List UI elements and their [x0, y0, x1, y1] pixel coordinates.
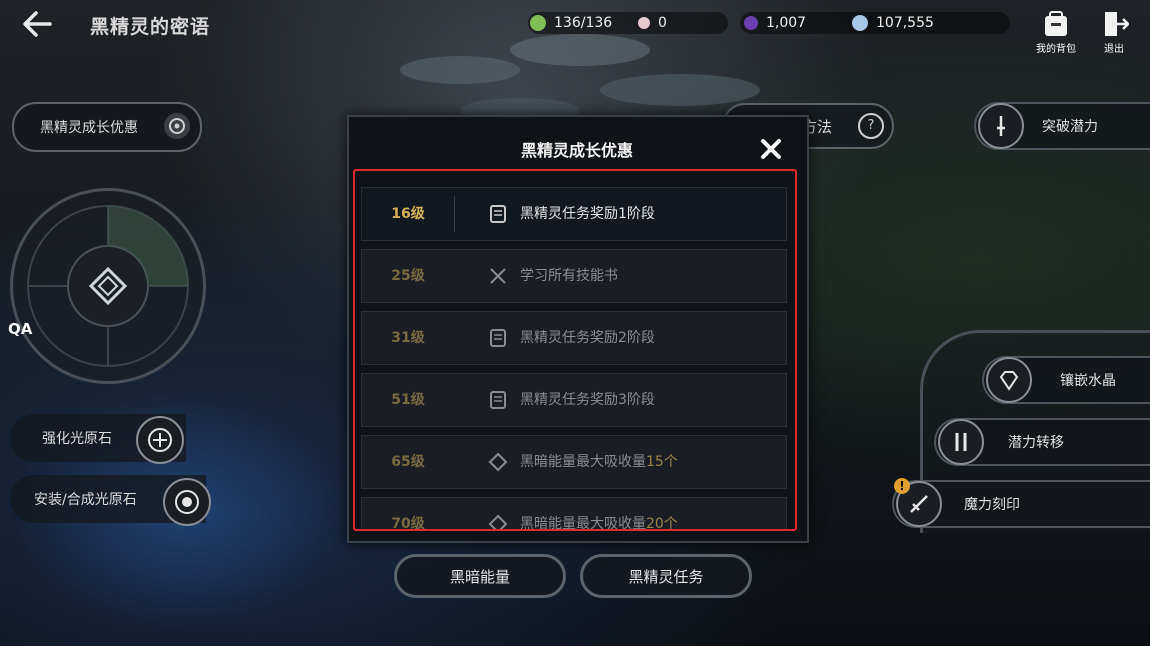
- inlay-crystal-button[interactable]: 镶嵌水晶: [982, 356, 1150, 404]
- resource-stamina: 136/136: [530, 10, 612, 36]
- scroll-icon: [488, 390, 508, 410]
- list-item: 25级 学习所有技能书: [361, 249, 787, 303]
- transfer-icon: [938, 419, 984, 465]
- level-label: 70级: [391, 516, 425, 531]
- back-arrow-icon[interactable]: [18, 6, 58, 42]
- dark-energy-button[interactable]: 黑暗能量: [394, 554, 566, 598]
- level-label: 31级: [391, 330, 425, 346]
- reward-amount: 20个: [646, 516, 678, 531]
- close-icon[interactable]: [759, 137, 783, 161]
- list-item: 51级 黑精灵任务奖励3阶段: [361, 373, 787, 427]
- resource-dark-gem: 1,007: [744, 10, 806, 36]
- reward-text: 黑精灵任务奖励2阶段: [520, 330, 655, 346]
- inlay-label: 镶嵌水晶: [1060, 373, 1116, 389]
- exit-label: 退出: [1104, 44, 1124, 55]
- install-label: 安装/合成光原石: [34, 492, 137, 508]
- enhance-label: 强化光原石: [42, 431, 112, 447]
- coin-icon: [852, 15, 868, 31]
- qa-label: QA: [8, 320, 33, 338]
- list-item: 65级 黑暗能量最大吸收量15个: [361, 435, 787, 489]
- reward-text: 黑暗能量最大吸收量20个: [520, 498, 678, 531]
- bag-label: 我的背包: [1036, 44, 1076, 55]
- sword-icon: [978, 103, 1024, 149]
- leaf-icon: [530, 15, 546, 31]
- level-label: 25级: [391, 268, 425, 284]
- install-icon[interactable]: [163, 478, 211, 526]
- exit-button[interactable]: 退出: [1088, 10, 1140, 55]
- scroll-icon: [488, 204, 508, 224]
- reward-text: 黑暗能量最大吸收量15个: [520, 436, 678, 488]
- resource-pearl: 0: [638, 10, 667, 36]
- bag-button[interactable]: 我的背包: [1030, 10, 1082, 55]
- alert-badge-icon: !: [894, 478, 910, 494]
- question-icon: ?: [858, 113, 884, 139]
- dark-elf-quest-button[interactable]: 黑精灵任务: [580, 554, 752, 598]
- reward-text-main: 黑暗能量最大吸收量: [520, 516, 646, 531]
- level-label: 65级: [391, 454, 425, 470]
- list-item: 70级 黑暗能量最大吸收量20个: [361, 497, 787, 531]
- growth-benefit-button[interactable]: 黑精灵成长优惠: [12, 102, 202, 152]
- row-divider: [454, 196, 455, 232]
- crystal-icon: [986, 357, 1032, 403]
- crossed-swords-icon: [488, 266, 508, 286]
- level-label: 16级: [391, 206, 425, 222]
- transfer-label: 潜力转移: [1008, 435, 1064, 451]
- target-icon: [164, 113, 190, 139]
- pearl-icon: [638, 17, 650, 29]
- diamond-icon: [488, 514, 508, 529]
- reward-text: 学习所有技能书: [520, 268, 618, 284]
- socket-wheel[interactable]: [10, 188, 206, 384]
- bag-icon: [1041, 10, 1071, 38]
- reward-text-main: 黑暗能量最大吸收量: [520, 454, 646, 470]
- modal-title: 黑精灵成长优惠: [520, 141, 633, 160]
- magic-engrave-button[interactable]: 魔力刻印: [892, 480, 1150, 528]
- engrave-label: 魔力刻印: [964, 497, 1020, 513]
- reward-amount: 15个: [646, 454, 678, 470]
- benefit-list[interactable]: 16级 黑精灵任务奖励1阶段 25级 学习所有技能书 31级 黑精灵任务奖励2阶…: [353, 169, 797, 531]
- list-item: 16级 黑精灵任务奖励1阶段: [361, 187, 787, 241]
- dark-gem-value: 1,007: [766, 15, 807, 31]
- enhance-icon[interactable]: [136, 416, 184, 464]
- page-title: 黑精灵的密语: [90, 16, 211, 38]
- scroll-icon: [488, 328, 508, 348]
- potential-transfer-button[interactable]: 潜力转移: [934, 418, 1150, 466]
- diamond-icon: [488, 452, 508, 472]
- breakthrough-label: 突破潜力: [1042, 119, 1098, 135]
- resource-silver: 107,555: [852, 10, 934, 36]
- breakthrough-button[interactable]: 突破潜力: [974, 102, 1150, 150]
- silver-value: 107,555: [876, 15, 934, 31]
- pearl-value: 0: [658, 15, 667, 31]
- growth-benefit-label: 黑精灵成长优惠: [40, 120, 138, 136]
- reward-text: 黑精灵任务奖励1阶段: [520, 206, 655, 222]
- level-label: 51级: [391, 392, 425, 408]
- gem-icon: [744, 16, 758, 30]
- stamina-value: 136/136: [554, 15, 613, 31]
- reward-text: 黑精灵任务奖励3阶段: [520, 392, 655, 408]
- list-item: 31级 黑精灵任务奖励2阶段: [361, 311, 787, 365]
- exit-icon: [1099, 10, 1130, 38]
